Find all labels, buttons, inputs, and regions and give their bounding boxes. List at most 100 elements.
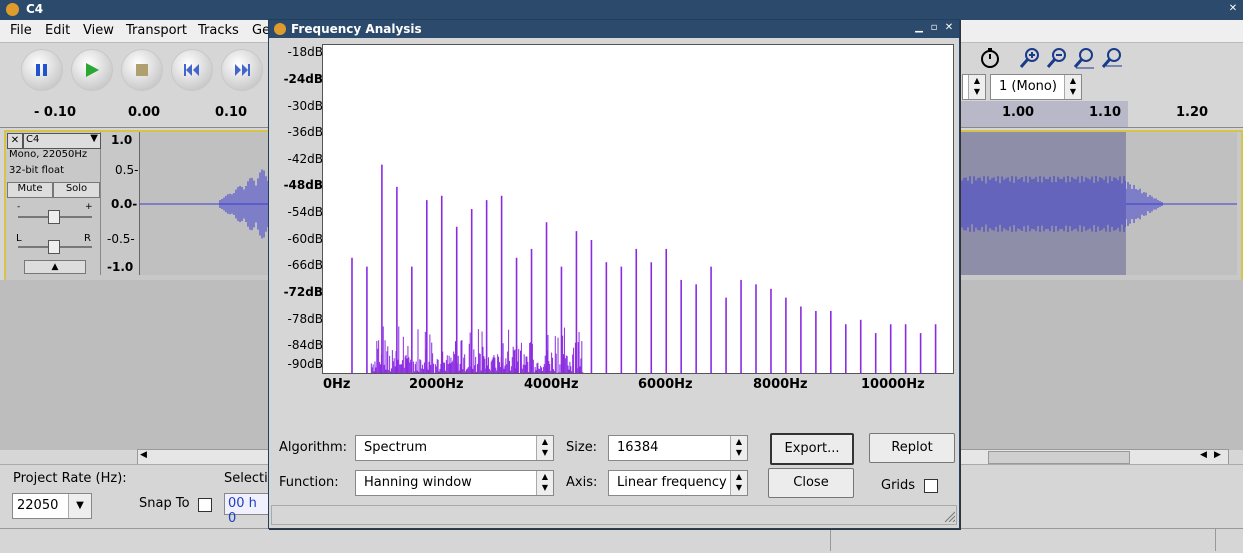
skip-end-icon [235,64,250,76]
zoom-out-icon[interactable] [1045,46,1069,70]
skip-start-icon [184,64,199,76]
mute-button[interactable]: Mute [7,182,53,198]
solo-button[interactable]: Solo [53,182,100,198]
stop-icon [136,64,148,76]
dropdown-arrow-icon: ▼ [68,494,91,518]
y-tick-label: -42dB [287,152,323,166]
size-select[interactable]: 16384 ▲ ▼ [608,435,748,461]
size-value: 16384 [617,440,659,455]
function-label: Function: [279,475,339,490]
scale-label: 0.0- [111,197,138,211]
axis-label: Axis: [566,475,598,490]
skip-to-start-button[interactable] [171,49,213,91]
track-format: Mono, 22050Hz [9,149,88,160]
main-titlebar: C4 ✕ [0,0,1243,20]
x-tick-label: 10000Hz [861,377,925,392]
menu-edit[interactable]: Edit [45,23,70,38]
y-tick-label: -84dB [287,338,323,352]
window-title: C4 [26,2,44,16]
scroll-thumb[interactable] [988,451,1130,464]
y-tick-label: -60dB [287,232,323,246]
selection-start-field[interactable]: 00 h 0 [224,493,270,526]
minimize-icon[interactable]: ▁ [913,22,925,34]
function-select[interactable]: Hanning window ▲ ▼ [355,470,554,496]
scale-label: -0.5- [107,232,135,246]
x-tick-label: 0Hz [323,377,351,392]
y-tick-label: -54dB [287,205,323,219]
close-icon[interactable]: ✕ [1227,3,1239,15]
snap-to-checkbox[interactable] [198,498,212,512]
frequency-analysis-dialog: Frequency Analysis ▁ ▫ ✕ -18dB -24dB -30… [268,19,960,529]
export-button[interactable]: Export... [770,433,854,465]
selected-waveform [959,176,1126,232]
y-tick-label: -18dB [287,45,323,59]
y-tick-label: -30dB [287,99,323,113]
skip-to-end-button[interactable] [221,49,263,91]
grids-label: Grids [881,478,916,493]
dialog-titlebar[interactable]: Frequency Analysis ▁ ▫ ✕ [269,20,959,38]
play-button[interactable] [71,49,113,91]
dialog-status-bar [271,505,957,525]
project-rate-label: Project Rate (Hz): [13,471,127,486]
x-tick-label: 6000Hz [638,377,693,392]
collapse-button[interactable]: ▲ [24,260,86,274]
spin-arrows-icon: ▲ ▼ [730,436,747,460]
ruler-tick: 1.20 [1176,105,1209,120]
replot-button[interactable]: Replot [869,433,955,463]
spectrum-chart [351,164,937,373]
project-rate-value: 22050 [17,498,59,513]
selection-region[interactable] [958,132,1126,275]
pause-button[interactable] [21,49,63,91]
menu-view[interactable]: View [83,23,114,38]
spin-arrows-icon: ▲ ▼ [536,436,553,460]
scroll-right-icon[interactable]: ▶ [1214,450,1221,460]
gain-slider-handle[interactable] [48,210,60,224]
axis-select[interactable]: Linear frequency ▲ ▼ [608,470,748,496]
scale-label: 0.5- [115,163,139,177]
spectrum-plot[interactable] [322,44,954,374]
algorithm-value: Spectrum [364,440,427,455]
fit-project-icon[interactable] [1100,46,1124,70]
menu-transport[interactable]: Transport [126,23,187,38]
menu-file[interactable]: File [10,23,32,38]
grids-checkbox[interactable] [924,479,938,493]
ruler-tick: - 0.10 [34,105,76,120]
channels-value: 1 (Mono) [999,79,1057,94]
restore-icon[interactable]: ▫ [928,22,940,34]
x-tick-label: 4000Hz [524,377,579,392]
zoom-in-icon[interactable] [1018,46,1042,70]
fit-selection-icon[interactable] [1072,46,1096,70]
axis-value: Linear frequency [617,475,727,490]
pan-left-label: L [16,233,22,244]
gain-minus-label: - [17,202,21,212]
spin-arrows-icon: ▲ ▼ [968,75,985,99]
timer-icon[interactable] [978,46,1002,70]
y-tick-label: -66dB [287,258,323,272]
y-tick-label: -90dB [287,357,323,371]
track-close-button[interactable]: ✕ [7,133,23,149]
close-button[interactable]: Close [768,468,854,498]
vertical-scale: 1.0 0.5- 0.0- -0.5- -1.0 [101,132,140,275]
scroll-left-icon[interactable]: ◀ [1200,450,1207,460]
channels-select[interactable]: 1 (Mono) ▲ ▼ [990,74,1082,100]
resize-grip-icon[interactable] [943,510,955,522]
y-tick-label: -72dB [283,285,323,299]
snap-to-label: Snap To [139,496,190,511]
app-icon [274,23,286,35]
device-select[interactable]: ▲ ▼ [962,74,986,100]
menu-tracks[interactable]: Tracks [198,23,239,38]
pause-icon [36,64,47,76]
pan-slider-handle[interactable] [48,240,60,254]
status-bar [0,528,1243,553]
y-tick-label: -48dB [283,178,323,192]
scroll-left-icon[interactable]: ◀ [140,450,147,460]
stop-button[interactable] [121,49,163,91]
algorithm-select[interactable]: Spectrum ▲ ▼ [355,435,554,461]
track-name-menu[interactable]: C4 ▼ [23,133,101,149]
spin-arrows-icon: ▲ ▼ [536,471,553,495]
gain-plus-label: + [85,202,93,212]
play-icon [86,63,99,77]
track-name: C4 [26,134,40,145]
close-icon[interactable]: ✕ [943,22,955,34]
project-rate-select[interactable]: 22050 ▼ [12,493,92,519]
